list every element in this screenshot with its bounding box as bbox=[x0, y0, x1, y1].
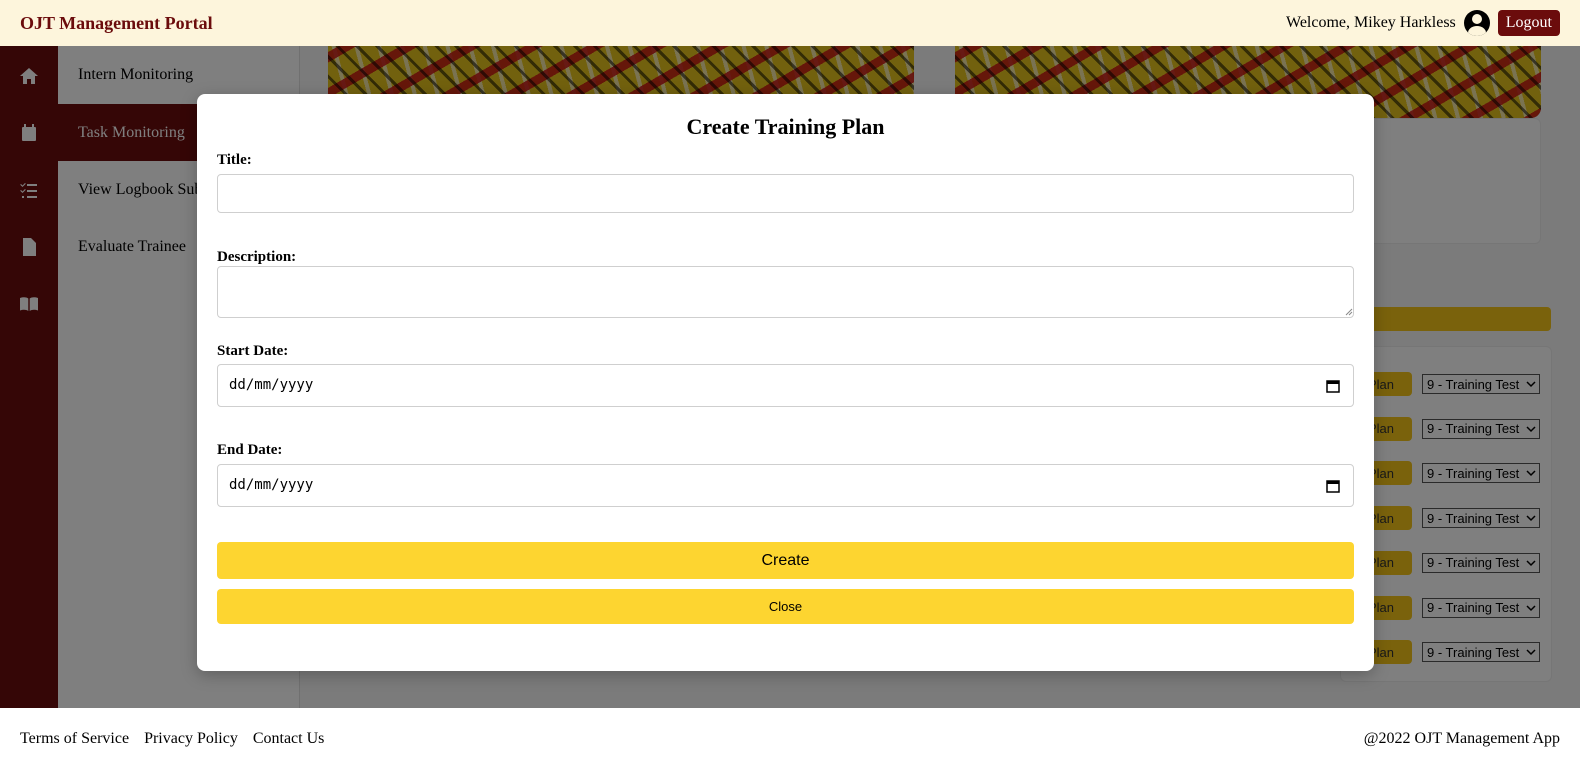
start-date-input[interactable]: dd/mm/yyyy bbox=[217, 364, 1354, 407]
app-title: OJT Management Portal bbox=[20, 12, 213, 33]
create-training-plan-modal: Create Training Plan Title: Description:… bbox=[197, 94, 1374, 671]
end-date-placeholder: dd/mm/yyyy bbox=[229, 477, 314, 493]
resize-grip-icon[interactable] bbox=[1345, 308, 1353, 316]
close-button[interactable]: Close bbox=[217, 589, 1354, 624]
footer-links: Terms of Service Privacy Policy Contact … bbox=[20, 730, 324, 748]
end-date-label: End Date: bbox=[217, 442, 283, 458]
user-area: Welcome, Mikey Harkless Logout bbox=[1286, 10, 1560, 36]
footer-link-contact[interactable]: Contact Us bbox=[253, 730, 325, 748]
start-date-placeholder: dd/mm/yyyy bbox=[229, 377, 314, 393]
welcome-text: Welcome, Mikey Harkless bbox=[1286, 14, 1456, 31]
copyright-text: @2022 OJT Management App bbox=[1363, 730, 1560, 747]
footer-link-terms[interactable]: Terms of Service bbox=[20, 730, 129, 748]
calendar-picker-icon[interactable] bbox=[1325, 478, 1341, 494]
logout-button[interactable]: Logout bbox=[1497, 10, 1560, 36]
description-textarea[interactable] bbox=[217, 266, 1354, 318]
footer-link-privacy[interactable]: Privacy Policy bbox=[144, 730, 238, 748]
footer: Terms of Service Privacy Policy Contact … bbox=[0, 708, 1580, 770]
create-button[interactable]: Create bbox=[217, 542, 1354, 579]
title-label: Title: bbox=[217, 152, 252, 168]
description-label: Description: bbox=[217, 249, 297, 265]
end-date-input[interactable]: dd/mm/yyyy bbox=[217, 464, 1354, 507]
start-date-label: Start Date: bbox=[217, 343, 289, 359]
user-circle-icon[interactable] bbox=[1463, 10, 1490, 36]
modal-title: Create Training Plan bbox=[686, 114, 885, 139]
calendar-picker-icon[interactable] bbox=[1325, 378, 1341, 394]
title-input[interactable] bbox=[217, 174, 1354, 213]
top-header: OJT Management Portal Welcome, Mikey Har… bbox=[0, 0, 1580, 46]
